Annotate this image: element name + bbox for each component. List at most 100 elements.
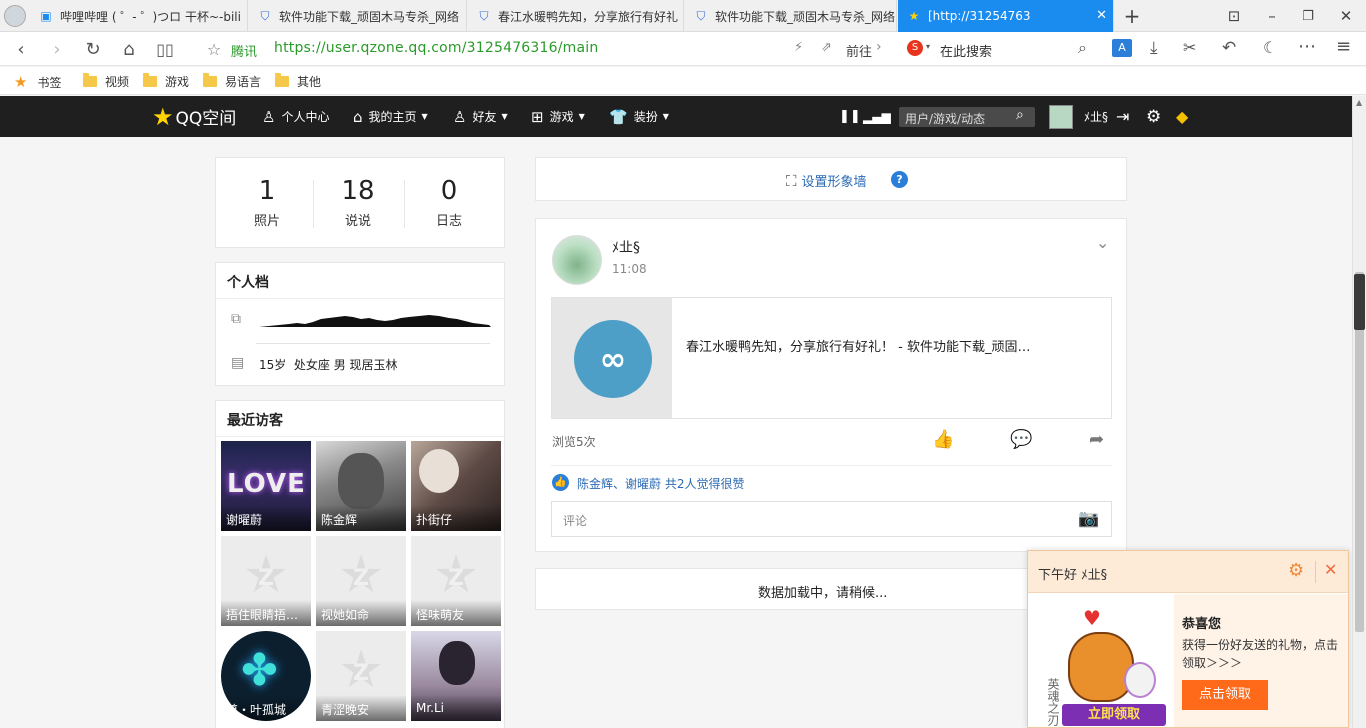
author-name[interactable]: ﾒ㐀§ [612, 237, 640, 257]
visitor-placeholder[interactable]: ★ Z 视她如命 [316, 536, 406, 626]
nav-games[interactable]: ⊞ 游戏 ▼ [531, 96, 585, 137]
download-icon[interactable]: ⤓ [1150, 38, 1158, 58]
user-avatar[interactable] [1049, 105, 1073, 129]
tab-active[interactable]: ★ [http://31254763 ✕ [898, 0, 1114, 32]
help-icon[interactable]: ? [891, 171, 908, 188]
search-engine-icon[interactable]: S [907, 40, 923, 56]
visitor-photo[interactable]: 陈金辉 [316, 441, 406, 531]
night-mode-icon[interactable]: ☾ [1263, 38, 1277, 57]
menu-icon[interactable]: ≡ [1336, 36, 1351, 57]
tab-label: [http://31254763 [928, 9, 1031, 23]
visitor-clover[interactable]: ✤ 尊・叶孤城 [221, 631, 311, 721]
qzone-search-box[interactable]: 用户/游戏/动态 ⌕ [899, 107, 1035, 127]
lightning-icon[interactable]: ⚡ [794, 40, 803, 55]
visitor-placeholder[interactable]: ★ Z 怪味萌友 [411, 536, 501, 626]
stat-moods[interactable]: 18 说说 [313, 158, 403, 229]
logout-icon[interactable]: ⇥ [1116, 96, 1129, 137]
pause-icon[interactable]: ❚❚ [839, 96, 861, 137]
search-engine-caret-icon[interactable]: ▾ [926, 42, 930, 51]
profile-avatar[interactable] [4, 5, 26, 27]
folder-icon [143, 73, 157, 87]
undo-icon[interactable]: ↶ [1222, 38, 1236, 58]
close-icon[interactable]: ✕ [1324, 560, 1337, 579]
tab-2[interactable]: ⛉ 软件功能下载_顽固木马专杀_网络 [249, 0, 467, 32]
restore-icon[interactable]: ❐ [1298, 6, 1318, 26]
likes-text[interactable]: 陈金辉、谢曜蔚 共2人觉得很赞 [577, 475, 744, 492]
nav-label: 好友 [472, 110, 497, 124]
search-icon[interactable]: ⌕ [1078, 38, 1087, 58]
nav-decorate[interactable]: 👕 装扮 ▼ [609, 96, 669, 137]
author-avatar[interactable] [552, 235, 602, 285]
claim-now-badge[interactable]: 立即领取 [1062, 704, 1166, 726]
divider [256, 343, 490, 344]
bookmark-folder-easylang[interactable]: 易语言 [203, 73, 261, 90]
back-icon[interactable]: ‹ [10, 38, 32, 60]
visitor-name: 视她如命 [316, 600, 406, 626]
more-icon[interactable]: ⋯ [1298, 36, 1316, 57]
set-image-wall-link[interactable]: ⛶ 设置形象墙 [786, 171, 867, 191]
bookmark-folder-video[interactable]: 视频 [83, 73, 129, 90]
chevron-down-icon[interactable]: ⌄ [1096, 233, 1109, 252]
share-icon[interactable]: ⇗ [821, 40, 832, 55]
visitor-placeholder[interactable]: ★ Z 捂住眼睛捂… [221, 536, 311, 626]
refresh-icon[interactable]: ↻ [82, 38, 104, 60]
settings-gear-icon[interactable]: ⚙ [1146, 96, 1161, 137]
tab-1[interactable]: ▣ 哔哩哔哩 ( ゜- ゜)つロ 干杯~-bili [30, 0, 248, 32]
comment-icon[interactable]: 💬 [1010, 429, 1032, 450]
share-arrow-icon[interactable]: ➦ [1089, 429, 1104, 450]
header-username[interactable]: ﾒ㐀§ [1084, 96, 1108, 137]
bilibili-icon: ▣ [40, 9, 52, 23]
browser-search-input[interactable]: 在此搜索 [940, 41, 992, 60]
translate-icon[interactable]: A [1112, 39, 1132, 57]
collections-icon[interactable]: ⊡ [1224, 6, 1244, 26]
vip-diamond-icon[interactable]: ◆ [1176, 96, 1188, 137]
gear-icon[interactable]: ⚙ [1288, 560, 1304, 581]
tab-4[interactable]: ⛉ 软件功能下载_顽固木马专杀_网络 [685, 0, 897, 32]
qzone-logo[interactable]: ★ QQ空间 [152, 96, 236, 137]
gift-illustration: 英魂之刃 ♥ 立即领取 [1028, 594, 1174, 727]
claim-button[interactable]: 点击领取 [1182, 680, 1268, 710]
qzone-star-placeholder-icon: ★ Z [337, 640, 385, 700]
tab-3[interactable]: ⛉ 春江水暖鸭先知，分享旅行有好礼 [468, 0, 684, 32]
go-button[interactable]: 前往 [846, 41, 872, 60]
visitor-love[interactable]: LOVE 谢曜蔚 [221, 441, 311, 531]
scroll-up-icon[interactable]: ▲ [1356, 98, 1362, 107]
forward-icon[interactable]: › [46, 38, 68, 60]
bookmark-folder-games[interactable]: 游戏 [143, 73, 189, 90]
camera-icon[interactable]: 📷 [1078, 509, 1099, 529]
like-icon[interactable]: 👍 [932, 429, 954, 450]
qzone-search-input[interactable]: 用户/游戏/动态 [905, 110, 985, 127]
stat-blogs[interactable]: 0 日志 [404, 158, 494, 229]
close-tab-icon[interactable]: ✕ [1096, 8, 1107, 23]
home-icon: ⌂ [353, 107, 363, 126]
comment-input[interactable]: 评论 📷 [551, 501, 1112, 537]
reader-icon[interactable]: ▯▯ [154, 38, 176, 60]
link-thumbnail: ∞ [552, 298, 672, 418]
visitor-photo[interactable]: 扑街仔 [411, 441, 501, 531]
stat-photos[interactable]: 1 照片 [222, 158, 312, 229]
visitor-placeholder[interactable]: ★ Z 青涩晚安 [316, 631, 406, 721]
url-text[interactable]: https://user.qzone.qq.com/3125476316/mai… [274, 40, 598, 56]
nav-personal-center[interactable]: ♙ 个人中心 [262, 96, 329, 137]
nav-my-home[interactable]: ⌂ 我的主页 ▼ [353, 96, 428, 137]
minimize-icon[interactable]: – [1262, 6, 1282, 26]
shared-link-title[interactable]: 春江水暖鸭先知，分享旅行有好礼！ - 软件功能下载_顽固… [686, 336, 1030, 355]
popup-header: 下午好 ﾒ㐀§ ⚙ ✕ [1028, 551, 1348, 593]
bookmarks-button[interactable]: ★ 书签 [14, 73, 61, 91]
signal-icon[interactable]: ▂▄▆ [863, 96, 891, 137]
home-icon[interactable]: ⌂ [118, 38, 140, 60]
scissors-icon[interactable]: ✂ [1183, 38, 1196, 57]
visitor-photo[interactable]: Mr.Li [411, 631, 501, 721]
favorite-star-icon[interactable]: ☆ [203, 38, 225, 60]
new-tab-button[interactable]: + [1122, 4, 1142, 28]
search-icon[interactable]: ⌕ [1016, 107, 1024, 123]
chevron-down-icon: ▼ [578, 112, 585, 121]
shared-link-box[interactable]: ∞ 春江水暖鸭先知，分享旅行有好礼！ - 软件功能下载_顽固… [551, 297, 1112, 419]
bookmark-folder-other[interactable]: 其他 [275, 73, 321, 90]
nav-friends[interactable]: ♙ 好友 ▼ [453, 96, 508, 137]
image-edit-icon: ⛶ [786, 171, 797, 190]
close-window-icon[interactable]: ✕ [1336, 6, 1356, 26]
like-badge-icon: 👍 [552, 474, 569, 491]
page-scrollbar[interactable]: ▲ [1352, 96, 1366, 728]
grid-icon: ⊞ [531, 107, 544, 126]
